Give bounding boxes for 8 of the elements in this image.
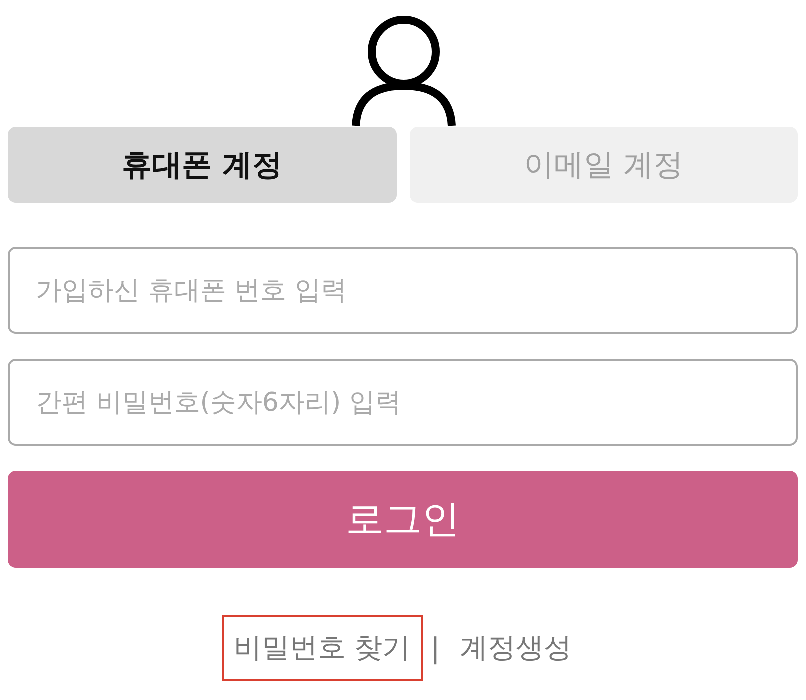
input-field[interactable]: 가입하신 휴대폰 번호 입력 [8,247,798,334]
input-field[interactable]: 간편 비밀번호(숫자6자리) 입력 [8,359,798,446]
separator: | [430,632,440,664]
account-tab[interactable]: 휴대폰 계정 [8,127,396,203]
account-tab[interactable]: 이메일 계정 [410,127,798,203]
text-link[interactable]: 비밀번호 찾기 [222,615,423,681]
login-button[interactable]: 로그인 [8,471,798,568]
text-link[interactable]: 계정생성 [448,615,584,681]
